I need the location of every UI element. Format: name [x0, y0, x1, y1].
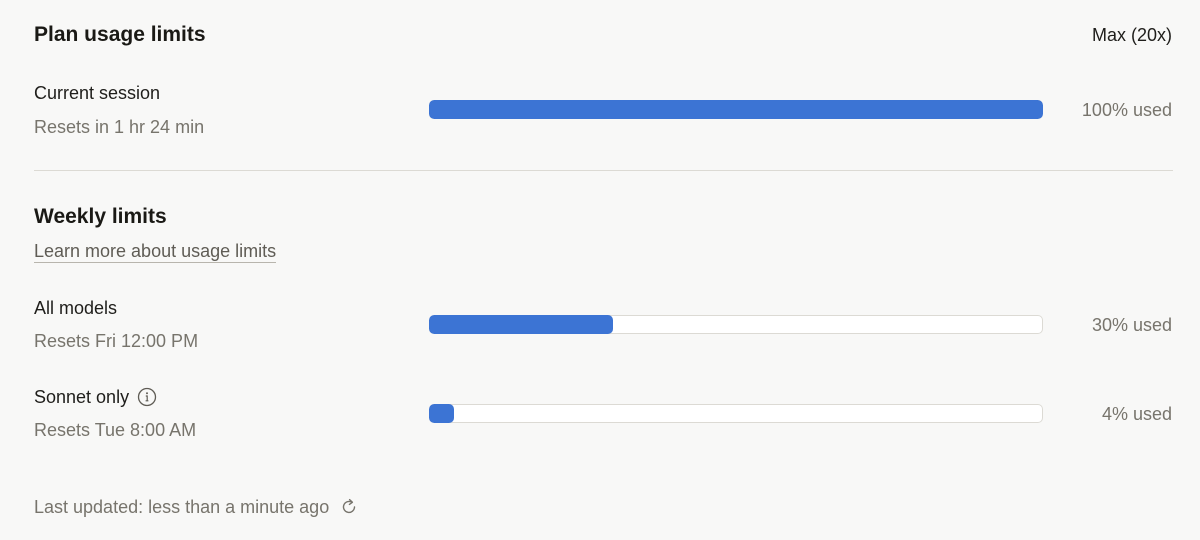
sonnet-label: Sonnet only [34, 387, 130, 407]
learn-more-link[interactable]: Learn more about usage limits [34, 241, 277, 263]
all-models-label: All models [34, 298, 118, 318]
all-models-reset-text: Resets Fri 12:00 PM [34, 331, 199, 351]
current-session-label: Current session [34, 83, 161, 103]
all-models-progress-fill [429, 315, 614, 334]
all-models-progress-bar [429, 315, 1043, 334]
weekly-limits-title: Weekly limits [34, 205, 167, 228]
plan-name-label: Max (20x) [1091, 25, 1172, 45]
all-models-usage-percent: 30% used [1091, 315, 1172, 335]
section-divider [34, 170, 1173, 171]
sonnet-label-group: Sonnet only [34, 387, 157, 408]
refresh-icon[interactable] [339, 497, 359, 517]
sonnet-usage-percent: 4% used [1101, 404, 1172, 424]
last-updated-text: Last updated: less than a minute ago [34, 497, 330, 517]
sonnet-progress-fill [429, 404, 454, 423]
current-session-progress-fill [429, 100, 1043, 119]
sonnet-reset-text: Resets Tue 8:00 AM [34, 420, 197, 440]
current-session-progress-bar [429, 100, 1043, 119]
current-session-reset-text: Resets in 1 hr 24 min [34, 117, 205, 137]
last-updated-row: Last updated: less than a minute ago [34, 497, 359, 518]
sonnet-progress-bar [429, 404, 1043, 423]
info-icon[interactable] [137, 387, 157, 407]
plan-usage-title: Plan usage limits [34, 23, 206, 46]
current-session-usage-percent: 100% used [1081, 100, 1172, 120]
